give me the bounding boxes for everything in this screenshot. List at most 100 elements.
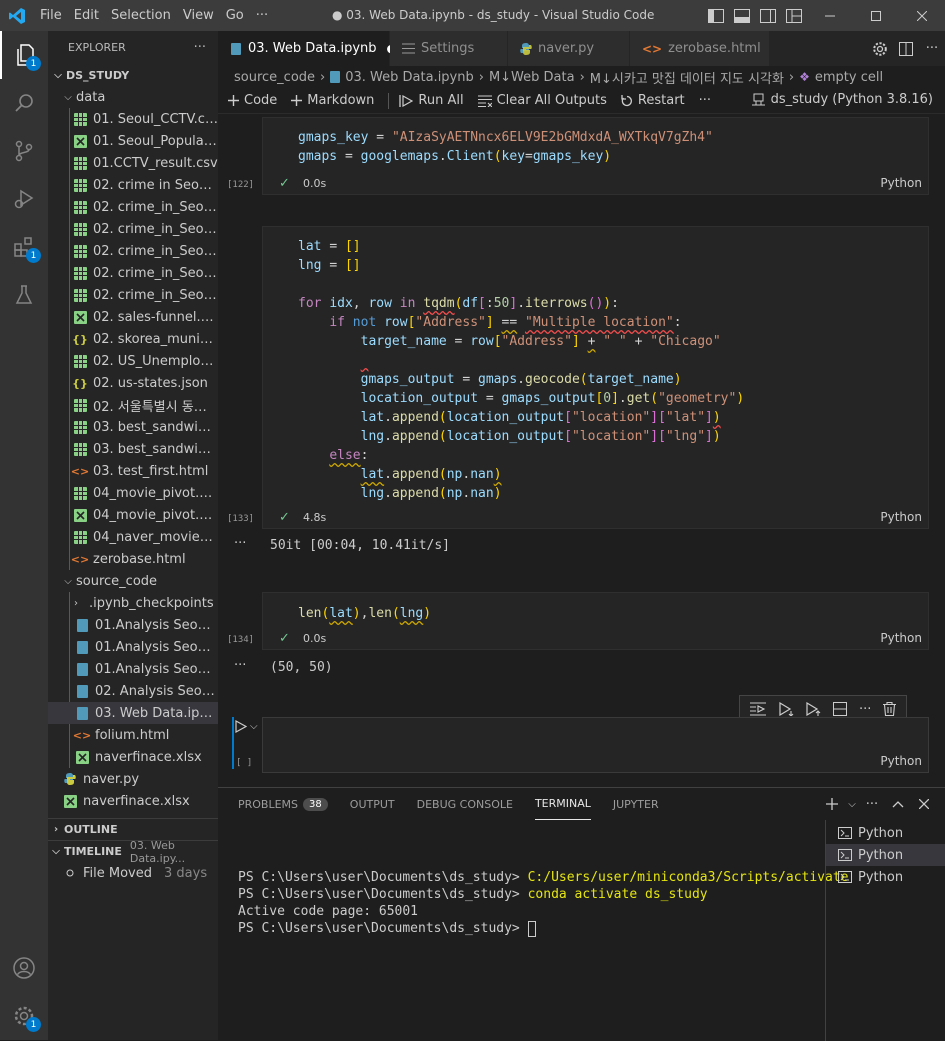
cell-language[interactable]: Python (880, 754, 922, 768)
file-item[interactable]: {} 02. us-states.json (48, 372, 218, 394)
code-cell-134[interactable]: len(lat),len(lng) [134] ✓ 0.0s Python (227, 592, 929, 650)
close-panel-icon[interactable] (911, 789, 937, 820)
file-item[interactable]: 04_movie_pivot.csv (48, 482, 218, 504)
cell-code[interactable]: gmaps_key = "AIzaSyAETNncx6ELV9E2bGMdxdA… (263, 118, 928, 166)
timeline-entry[interactable]: File Moved 3 days (48, 862, 218, 884)
folder-item[interactable]: › .ipynb_checkpoints (48, 592, 218, 614)
output-more-button[interactable]: ··· (234, 658, 246, 673)
close-button[interactable] (899, 0, 945, 31)
file-item[interactable]: naver.py (48, 768, 218, 790)
outline-section[interactable]: › OUTLINE (48, 818, 218, 840)
file-item[interactable]: naverfinace.xlsx (48, 790, 218, 812)
trash-icon[interactable] (883, 702, 897, 716)
tab-settings[interactable]: Settings (390, 31, 508, 66)
tab-jupyter[interactable]: JUPYTER (613, 788, 659, 820)
tab-problems[interactable]: PROBLEMS 38 (238, 788, 328, 820)
maximize-panel-icon[interactable] (885, 789, 911, 820)
add-markdown-cell-button[interactable]: Markdown (291, 93, 374, 108)
breadcrumb-chicago-map[interactable]: M↓시카고 맛집 데이터 지도 시각화 (590, 68, 784, 87)
add-code-cell-button[interactable]: Code (228, 93, 277, 108)
explorer-more-button[interactable]: ··· (194, 40, 206, 55)
tab-zerobase-html[interactable]: <> zerobase.html (630, 31, 770, 66)
cell-language[interactable]: Python (880, 631, 922, 645)
empty-code-cell[interactable]: [ ] Python (236, 717, 929, 773)
run-below-icon[interactable] (778, 702, 794, 716)
customize-layout-icon[interactable] (781, 0, 807, 31)
menu-go[interactable]: Go (220, 0, 250, 31)
restart-button[interactable]: Restart (621, 93, 685, 108)
code-cell-133[interactable]: lat = [] lng = [] for idx, row in tqdm(d… (227, 226, 929, 529)
explorer-icon[interactable]: 1 (0, 31, 48, 79)
menu-edit[interactable]: Edit (68, 0, 105, 31)
panel-more-icon[interactable]: ··· (859, 789, 885, 820)
cell-code[interactable]: len(lat),len(lng) (263, 593, 928, 623)
file-item[interactable]: 03. best_sandwiches... (48, 416, 218, 438)
file-item[interactable]: 01.Analysis Seoul CC... (48, 636, 218, 658)
split-cell-icon[interactable] (833, 702, 848, 716)
breadcrumb-source-code[interactable]: source_code (234, 70, 315, 85)
file-item[interactable]: 02. 서울특별시 동작... (48, 394, 218, 416)
file-item[interactable]: 02. Analysis Seoul Cr... (48, 680, 218, 702)
execute-below-icon[interactable] (805, 702, 821, 716)
minimize-button[interactable] (807, 0, 853, 31)
file-item[interactable]: 03. Web Data.ipynb (48, 702, 218, 724)
terminal-instance[interactable]: Python (826, 866, 945, 888)
file-item[interactable]: <> folium.html (48, 724, 218, 746)
toolbar-more-button[interactable]: ··· (699, 93, 711, 108)
file-item[interactable]: 02. crime_in_Seoul_l... (48, 240, 218, 262)
run-above-icon[interactable] (749, 702, 766, 716)
maximize-button[interactable] (853, 0, 899, 31)
cell-language[interactable]: Python (880, 176, 922, 190)
file-item[interactable]: 02. sales-funnel.xlsx (48, 306, 218, 328)
file-item[interactable]: 02. crime_in_Seoul_r... (48, 262, 218, 284)
new-terminal-plus-icon[interactable] (819, 789, 845, 820)
account-icon[interactable] (0, 944, 48, 992)
file-item[interactable]: 01.CCTV_result.csv (48, 152, 218, 174)
toggle-sidebar-icon[interactable] (703, 0, 729, 31)
tab-web-data[interactable]: 03. Web Data.ipynb ● (218, 31, 396, 66)
file-item[interactable]: 02. crime_in_Seoul_1... (48, 196, 218, 218)
file-item[interactable]: 04_movie_pivot.xlsx (48, 504, 218, 526)
search-icon[interactable] (0, 79, 48, 127)
chevron-down-icon[interactable]: ⌵ (250, 721, 258, 732)
extensions-icon[interactable]: 1 (0, 223, 48, 271)
menu-file[interactable]: File (34, 0, 68, 31)
toggle-secondary-sidebar-icon[interactable] (755, 0, 781, 31)
breadcrumb-notebook[interactable]: 03. Web Data.ipynb (345, 70, 474, 85)
file-item[interactable]: 01. Seoul_CCTV.csv (48, 108, 218, 130)
file-item[interactable]: 02. crime_in_Seoul_fi... (48, 218, 218, 240)
clear-outputs-button[interactable]: Clear All Outputs (477, 93, 607, 108)
toggle-panel-icon[interactable] (729, 0, 755, 31)
file-item[interactable]: 03. best_sandwiches... (48, 438, 218, 460)
split-editor-icon[interactable] (893, 33, 919, 64)
menu-more[interactable]: ··· (250, 0, 274, 31)
breadcrumb-empty-cell[interactable]: empty cell (815, 70, 883, 85)
file-item[interactable]: 01.Analysis Seoul CC... (48, 614, 218, 636)
menu-view[interactable]: View (177, 0, 220, 31)
terminal-instance[interactable]: Python (826, 844, 945, 866)
more-actions-icon[interactable]: ··· (919, 33, 945, 64)
file-item[interactable]: 02. US_Unemploym... (48, 350, 218, 372)
kernel-picker[interactable]: ds_study (Python 3.8.16) (751, 92, 933, 107)
cell-more-icon[interactable]: ··· (859, 702, 871, 717)
workspace-root[interactable]: ⌵ DS_STUDY (48, 64, 218, 86)
run-cell-button[interactable]: ⌵ (235, 720, 258, 733)
file-item[interactable]: 02. crime_in_Seoul.csv (48, 284, 218, 306)
file-item[interactable]: 01.Analysis Seoul CC... (48, 658, 218, 680)
menu-selection[interactable]: Selection (105, 0, 177, 31)
file-item[interactable]: 04_naver_movie_raw... (48, 526, 218, 548)
file-item[interactable]: <> zerobase.html (48, 548, 218, 570)
output-more-button[interactable]: ··· (234, 536, 246, 551)
tab-naver-py[interactable]: naver.py (508, 31, 630, 66)
code-cell-122[interactable]: gmaps_key = "AIzaSyAETNncx6ELV9E2bGMdxdA… (227, 117, 929, 195)
folder-data[interactable]: ⌵ data (48, 86, 218, 108)
cell-code[interactable]: lat = [] lng = [] for idx, row in tqdm(d… (263, 227, 928, 503)
file-item[interactable]: 02. crime in Seoul_fi... (48, 174, 218, 196)
gear-icon[interactable] (867, 33, 893, 64)
tab-terminal[interactable]: TERMINAL (534, 788, 591, 820)
tab-debug-console[interactable]: DEBUG CONSOLE (417, 788, 513, 820)
terminal-instance[interactable]: Python (826, 822, 945, 844)
file-item[interactable]: naverfinace.xlsx (48, 746, 218, 768)
source-control-icon[interactable] (0, 127, 48, 175)
chevron-down-icon[interactable]: ⌵ (845, 789, 859, 820)
